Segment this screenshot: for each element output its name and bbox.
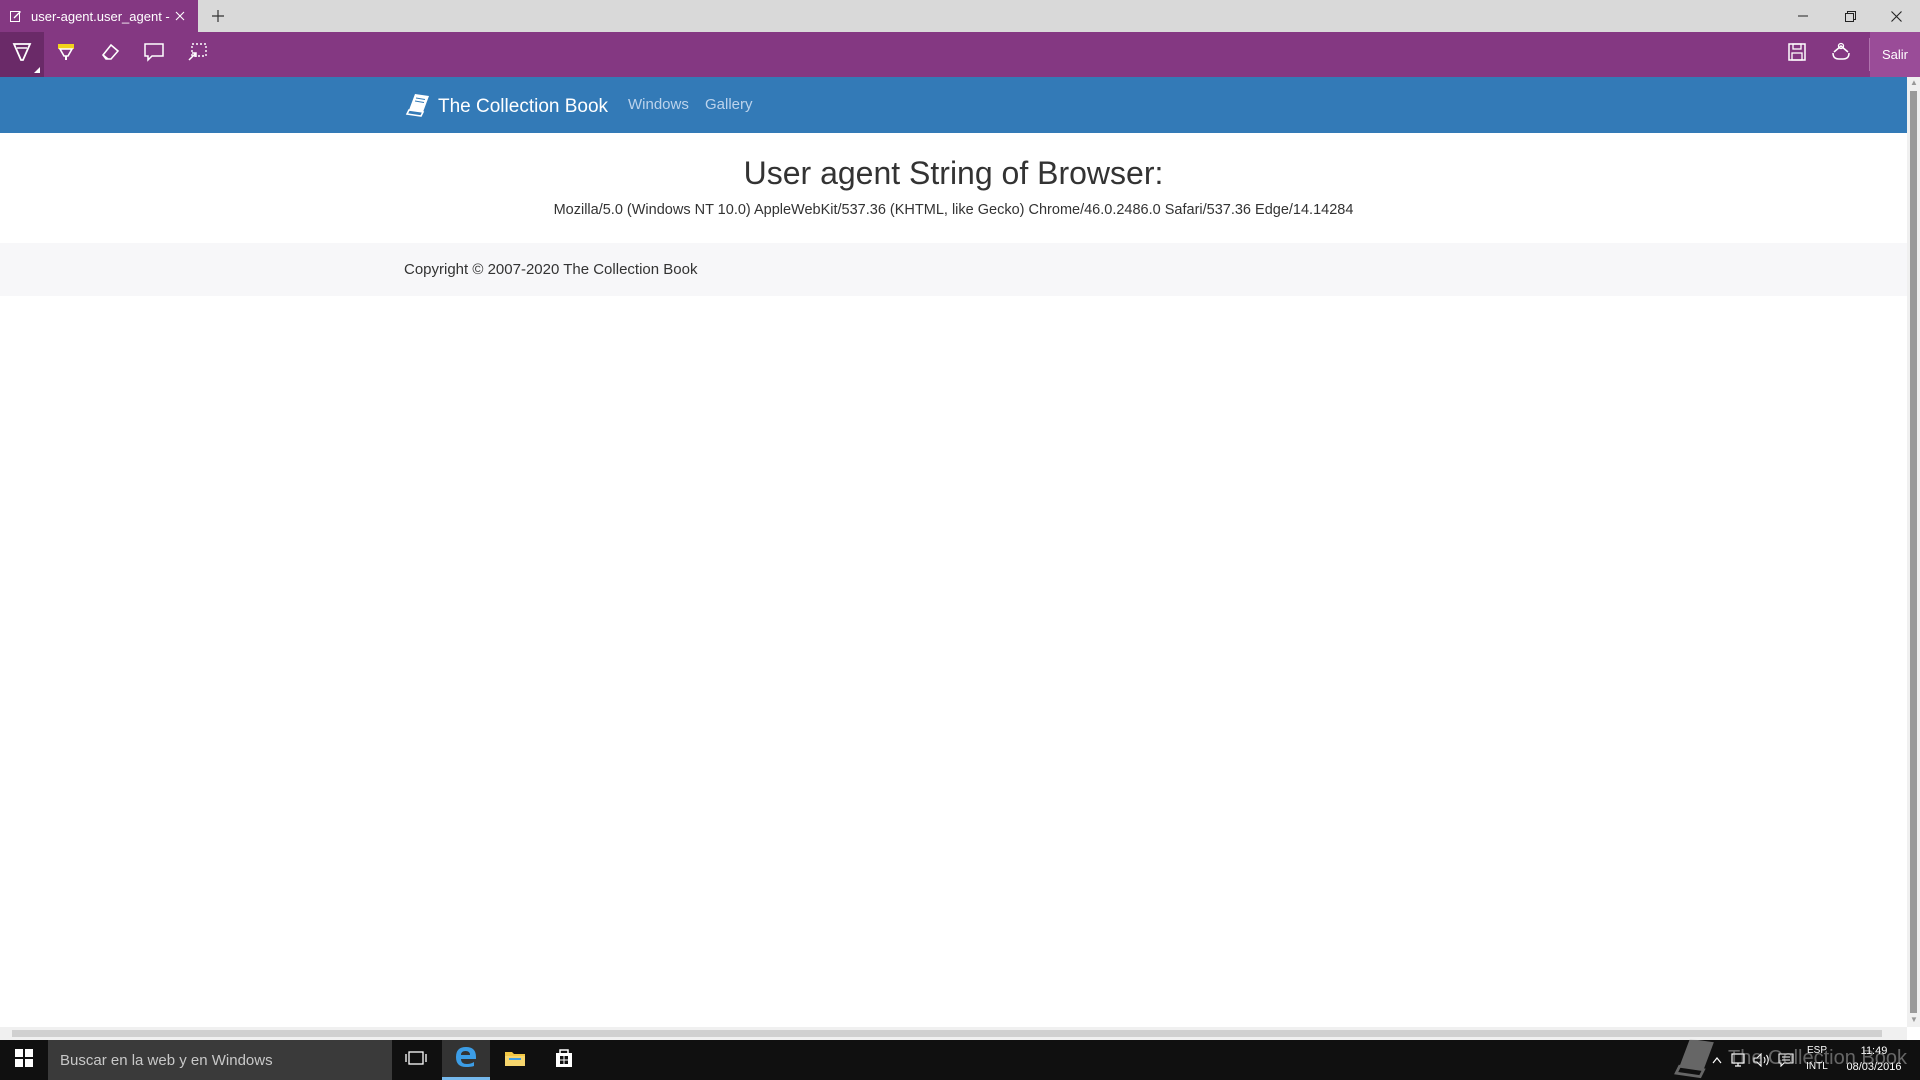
start-button[interactable] [0,1040,48,1080]
search-placeholder: Buscar en la web y en Windows [60,1051,273,1069]
highlighter-tool-button[interactable] [44,32,88,77]
book-icon [404,90,432,123]
web-note-icon [9,9,23,23]
horizontal-scrollbar[interactable] [0,1027,1907,1040]
eraser-icon [99,41,121,68]
site-navbar: The Collection Book Windows Gallery [0,77,1907,133]
taskbar-search-box[interactable]: Buscar en la web y en Windows [48,1040,392,1080]
page-viewport: The Collection Book Windows Gallery User… [0,77,1907,1027]
pen-icon [11,41,33,68]
restore-icon[interactable] [1827,0,1873,32]
browser-tab[interactable]: user-agent.user_agent - [0,0,198,32]
web-note-toolbar: Salir [0,32,1920,77]
file-explorer-button[interactable] [491,1040,539,1080]
page-title: User agent String of Browser: [743,155,1164,191]
scroll-up-icon[interactable]: ▲ [1910,78,1918,87]
horizontal-scroll-thumb[interactable] [12,1030,1882,1037]
folder-icon [504,1049,526,1072]
brand-link[interactable]: The Collection Book [404,90,608,123]
task-view-icon [405,1050,427,1071]
comment-tool-button[interactable] [132,32,176,77]
vertical-scroll-thumb[interactable] [1910,91,1917,1013]
scroll-down-icon[interactable]: ▼ [1910,1015,1918,1024]
store-icon [554,1048,574,1073]
exit-button[interactable]: Salir [1870,32,1920,77]
vertical-scrollbar[interactable]: ▲ ▼ [1907,77,1920,1027]
close-tab-icon[interactable] [172,8,188,24]
edge-icon [454,1044,478,1073]
task-view-button[interactable] [392,1040,440,1080]
nav-link-windows[interactable]: Windows [628,96,689,113]
title-bar: user-agent.user_agent - [0,0,1920,32]
user-agent-string: Mozilla/5.0 (Windows NT 10.0) AppleWebKi… [553,202,1354,218]
tab-title: user-agent.user_agent - [31,8,170,24]
watermark: The Collection Book [1668,1032,1907,1080]
minimize-icon[interactable] [1780,0,1826,32]
taskbar: Buscar en la web y en Windows ESP INTL 1… [0,1040,1920,1080]
save-note-button[interactable] [1775,32,1819,77]
nav-link-gallery[interactable]: Gallery [705,96,753,113]
watermark-text: The Collection Book [1728,1047,1907,1069]
share-icon [1830,42,1852,67]
windows-logo-icon [15,1048,33,1072]
comment-icon [143,41,165,68]
eraser-tool-button[interactable] [88,32,132,77]
save-icon [1787,42,1807,67]
clip-icon [187,41,209,68]
watermark-book-icon [1668,1032,1722,1080]
edge-taskbar-button[interactable] [442,1040,490,1080]
share-note-button[interactable] [1819,32,1863,77]
new-tab-icon[interactable] [206,4,230,28]
pen-tool-button[interactable] [0,32,44,77]
clip-tool-button[interactable] [176,32,220,77]
close-window-icon[interactable] [1873,0,1919,32]
highlighter-icon [55,41,77,68]
brand-name: The Collection Book [438,95,609,117]
page-footer: Copyright © 2007-2020 The Collection Boo… [0,243,1907,296]
store-taskbar-button[interactable] [540,1040,588,1080]
copyright-text: Copyright © 2007-2020 The Collection Boo… [404,261,698,278]
